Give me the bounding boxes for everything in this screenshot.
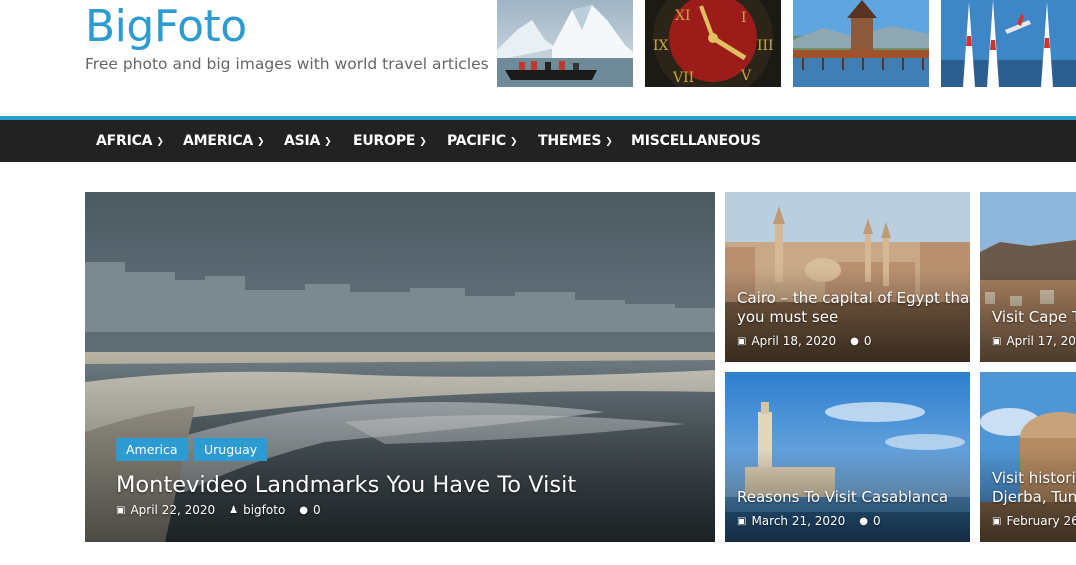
calendar-icon: ▣ <box>992 516 1002 527</box>
nav-item-miscellaneous[interactable]: MISCELLANEOUS <box>631 120 761 162</box>
lake-tower-bridge-photo <box>793 0 929 87</box>
post-title-line1[interactable]: Reasons To Visit Casablanca <box>737 488 948 507</box>
post-date: March 21, 2020 <box>751 514 846 528</box>
svg-text:IX: IX <box>653 38 669 54</box>
nav-item-europe[interactable]: EUROPE ❯ <box>353 120 427 162</box>
post-date: April 22, 2020 <box>130 503 216 517</box>
nav-item-label: ASIA <box>284 133 321 149</box>
post-card-djerba[interactable]: Visit historic Djerba, Tun ▣ February 26,… <box>980 372 1076 542</box>
comment-icon: ● <box>299 505 309 516</box>
chevron-down-icon: ❯ <box>419 137 427 147</box>
post-title-line2[interactable]: you must see <box>737 308 838 327</box>
post-title-line1[interactable]: Visit Cape To <box>992 308 1076 327</box>
featured-post-card[interactable]: America Uruguay Montevideo Landmarks You… <box>85 192 715 542</box>
user-icon: ♟ <box>229 505 239 516</box>
post-card-casablanca[interactable]: Reasons To Visit Casablanca ▣ March 21, 2… <box>725 372 970 542</box>
featured-post-meta: ▣ April 22, 2020 ♟ bigfoto ● 0 <box>116 503 321 517</box>
nav-item-label: MISCELLANEOUS <box>631 133 761 149</box>
comment-icon: ● <box>859 516 869 527</box>
nav-item-label: PACIFIC <box>447 133 506 149</box>
svg-text:V: V <box>740 68 752 84</box>
site-tagline: Free photo and big images with world tra… <box>85 55 489 73</box>
svg-text:XI: XI <box>675 8 691 24</box>
chevron-down-icon: ❯ <box>156 137 164 147</box>
nav-item-asia[interactable]: ASIA ❯ <box>284 120 332 162</box>
post-meta: ▣ April 17, 2020 <box>992 334 1076 348</box>
calendar-icon: ▣ <box>116 505 126 516</box>
comment-count[interactable]: 0 <box>873 514 881 528</box>
post-date: April 18, 2020 <box>751 334 837 348</box>
post-meta: ▣ March 21, 2020 ● 0 <box>737 514 881 528</box>
calendar-icon: ▣ <box>737 516 747 527</box>
clock-face-photo: XI I IX III VII V <box>645 0 781 87</box>
comment-count[interactable]: 0 <box>313 503 321 517</box>
post-date: April 17, 2020 <box>1006 334 1076 348</box>
post-meta: ▣ February 26, 2020 <box>992 514 1076 528</box>
post-card-cape-town[interactable]: Visit Cape To ▣ April 17, 2020 <box>980 192 1076 362</box>
nav-item-label: THEMES <box>538 133 602 149</box>
post-title-line1[interactable]: Cairo – the capital of Egypt that <box>737 289 970 308</box>
site-title[interactable]: BigFoto <box>85 2 247 52</box>
nav-item-label: EUROPE <box>353 133 416 149</box>
chevron-down-icon: ❯ <box>324 137 332 147</box>
chevron-down-icon: ❯ <box>509 137 518 147</box>
nav-item-america[interactable]: AMERICA ❯ <box>183 120 265 162</box>
header-image-strip: XI I IX III VII V <box>497 0 1076 88</box>
post-author[interactable]: bigfoto <box>243 503 285 517</box>
nav-item-label: AFRICA <box>96 133 153 149</box>
calendar-icon: ▣ <box>992 336 1002 347</box>
iceberg-boat-photo <box>497 0 633 87</box>
nav-item-pacific[interactable]: PACIFIC ❯ <box>447 120 518 162</box>
featured-categories: America Uruguay <box>116 438 269 461</box>
chevron-down-icon: ❯ <box>257 137 265 147</box>
comment-count[interactable]: 0 <box>864 334 872 348</box>
nav-item-africa[interactable]: AFRICA ❯ <box>96 120 164 162</box>
air-race-pylons-photo <box>941 0 1076 87</box>
post-title-line1[interactable]: Visit historic <box>992 469 1076 488</box>
main-nav: AFRICA ❯ AMERICA ❯ ASIA ❯ EUROPE ❯ PACIFIC ❯ … <box>0 120 1076 162</box>
nav-item-themes[interactable]: THEMES ❯ <box>538 120 613 162</box>
nav-item-label: AMERICA <box>183 133 254 149</box>
featured-post-title[interactable]: Montevideo Landmarks You Have To Visit <box>116 471 576 499</box>
category-badge[interactable]: America <box>116 438 188 461</box>
post-card-cairo[interactable]: Cairo – the capital of Egypt that you mu… <box>725 192 970 362</box>
svg-text:VII: VII <box>672 70 694 86</box>
comment-icon: ● <box>850 336 859 347</box>
svg-text:I: I <box>741 10 747 26</box>
category-badge[interactable]: Uruguay <box>194 438 268 461</box>
post-meta: ▣ April 18, 2020 ● 0 <box>737 334 872 348</box>
chevron-down-icon: ❯ <box>605 137 613 147</box>
post-title-line2[interactable]: Djerba, Tun <box>992 488 1076 507</box>
calendar-icon: ▣ <box>737 336 747 347</box>
svg-text:III: III <box>757 38 774 54</box>
post-date: February 26, 2020 <box>1006 514 1076 528</box>
